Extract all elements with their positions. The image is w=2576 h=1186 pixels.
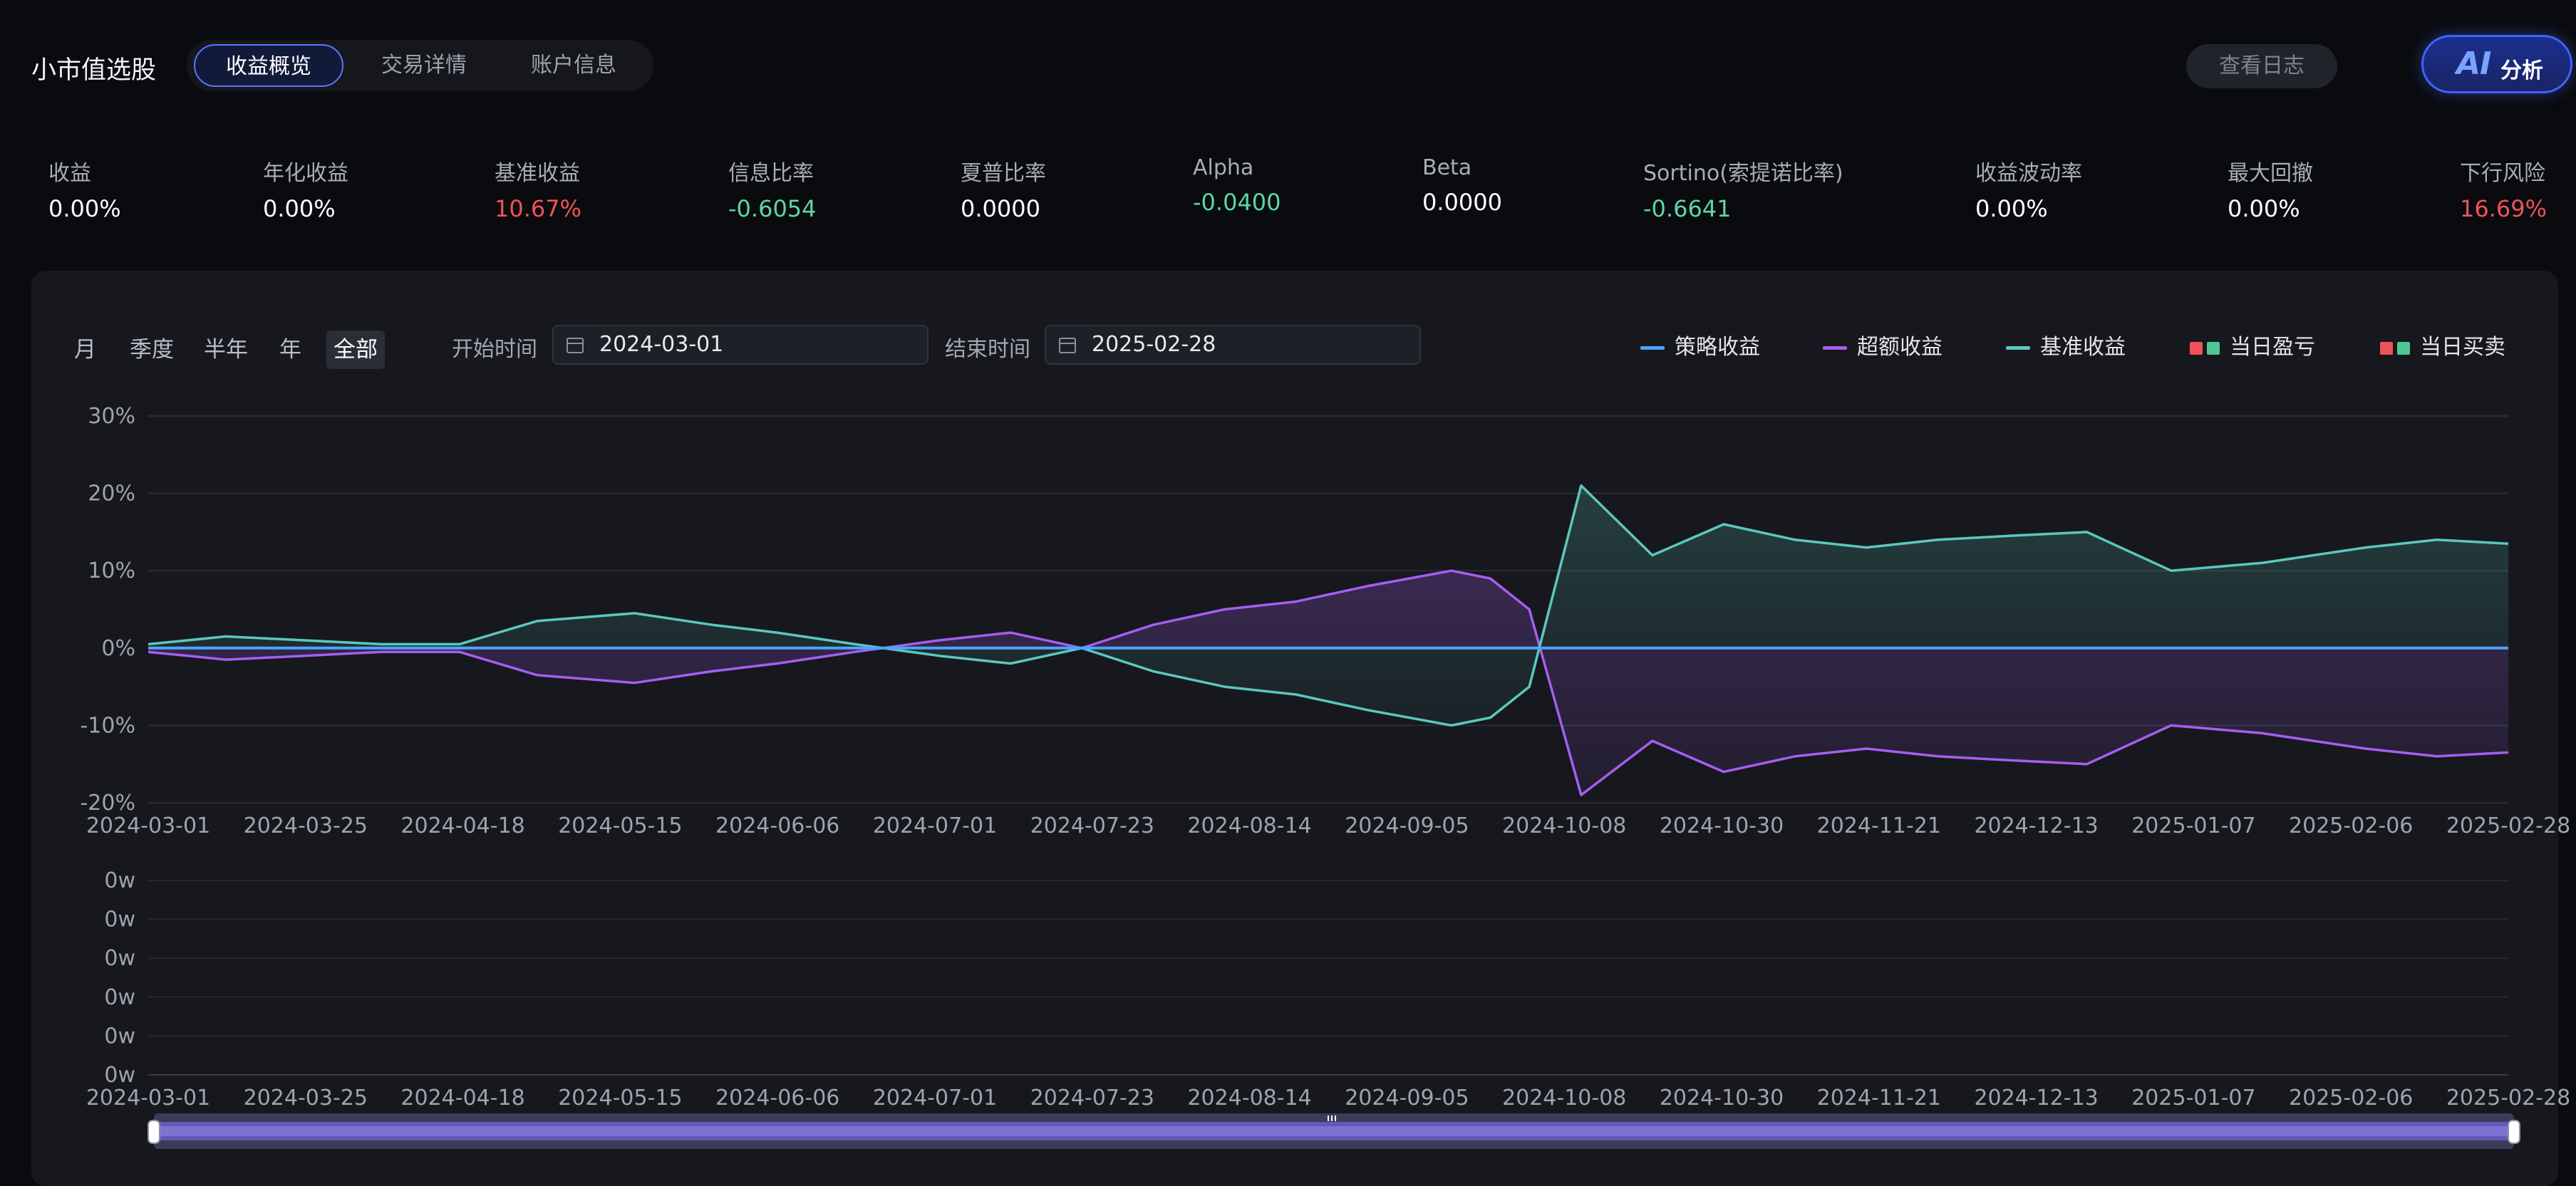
y-tick-label: 0%: [101, 636, 135, 661]
y-tick-label: -20%: [80, 791, 135, 816]
x-tick-label: 2024-10-30: [1660, 813, 1784, 838]
slider-left-handle[interactable]: [148, 1120, 160, 1144]
x-tick-label: 2024-09-05: [1345, 1086, 1469, 1110]
x-tick-label: 2025-02-28: [2446, 813, 2570, 838]
x-tick-label: 2024-12-13: [1974, 1086, 2098, 1110]
x-tick-label: 2025-02-28: [2446, 1086, 2570, 1110]
returns-chart: 30% 20% 10% 0% -10% -20%2024-03-01 2024-03-25 2…: [80, 404, 2570, 838]
x-tick-label: 2024-05-15: [558, 1086, 682, 1110]
x-tick-label: 2024-07-01: [873, 1086, 997, 1110]
y-tick-label: 30%: [88, 404, 135, 429]
y-tick-label: 0w: [104, 868, 135, 893]
x-tick-label: 2024-10-30: [1660, 1086, 1784, 1110]
x-tick-label: 2024-03-25: [244, 1086, 368, 1110]
x-tick-label: 2024-04-18: [400, 813, 524, 838]
x-tick-label: 2024-08-14: [1187, 813, 1311, 838]
slider-right-handle[interactable]: [2508, 1120, 2520, 1144]
x-tick-label: 2024-06-06: [715, 1086, 839, 1110]
daily-pnl-chart: 0w0w0w0w0w0w2024-03-01 2024-03-25 2024-04-…: [86, 868, 2570, 1110]
x-tick-label: 2024-08-14: [1187, 1086, 1311, 1110]
x-tick-label: 2024-06-06: [715, 813, 839, 838]
range-slider[interactable]: [148, 1113, 2520, 1149]
x-tick-label: 2024-03-25: [244, 813, 368, 838]
x-tick-label: 2025-01-07: [2131, 1086, 2255, 1110]
x-tick-label: 2024-05-15: [558, 813, 682, 838]
x-tick-label: 2024-10-08: [1502, 1086, 1626, 1110]
x-tick-label: 2024-03-01: [86, 1086, 210, 1110]
x-tick-label: 2024-03-01: [86, 813, 210, 838]
x-tick-label: 2024-10-08: [1502, 813, 1626, 838]
slider-preview: [154, 1126, 2514, 1136]
x-tick-label: 2024-09-05: [1345, 813, 1469, 838]
y-tick-label: 0w: [104, 946, 135, 971]
x-tick-label: 2024-04-18: [400, 1086, 524, 1110]
y-tick-label: 0w: [104, 985, 135, 1010]
x-tick-label: 2025-01-07: [2131, 813, 2255, 838]
x-tick-label: 2024-07-23: [1030, 1086, 1154, 1110]
y-tick-label: 0w: [104, 1024, 135, 1049]
y-tick-label: 10%: [88, 558, 135, 583]
y-tick-label: -10%: [80, 713, 135, 738]
charts-canvas: 30%20%10%0%-10%-20%2024-03-01 2024-03-25 2…: [80, 404, 2570, 1149]
slider-grip-icon[interactable]: [1328, 1115, 1336, 1121]
y-tick-label: 20%: [88, 482, 135, 506]
y-tick-label: 0w: [104, 1063, 135, 1088]
x-tick-label: 2024-11-21: [1817, 813, 1941, 838]
x-tick-label: 2024-11-21: [1817, 1086, 1941, 1110]
x-tick-label: 2024-07-01: [873, 813, 997, 838]
x-tick-label: 2024-07-23: [1030, 813, 1154, 838]
y-tick-label: 0w: [104, 907, 135, 932]
x-tick-label: 2024-12-13: [1974, 813, 2098, 838]
x-tick-label: 2025-02-06: [2289, 1086, 2413, 1110]
x-tick-label: 2025-02-06: [2289, 813, 2413, 838]
